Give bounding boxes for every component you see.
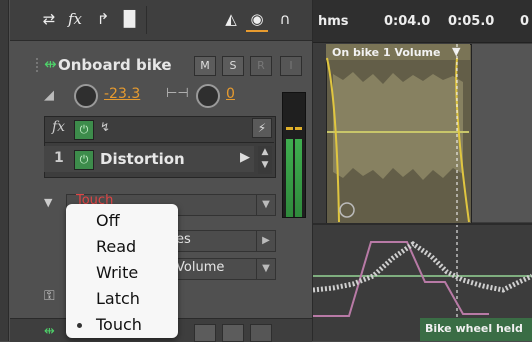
menu-item-off[interactable]: Off	[66, 208, 178, 234]
solo-button[interactable]: S	[222, 56, 244, 76]
volume-knob[interactable]	[74, 84, 98, 108]
ruler-mark: 0:05.0	[448, 14, 495, 29]
menu-item-label: Read	[96, 237, 137, 256]
waveform	[333, 72, 463, 180]
pan-knob[interactable]	[196, 84, 220, 108]
automation-touch-points[interactable]	[313, 240, 532, 293]
volume-icon: ◢	[44, 88, 54, 103]
sends-icon[interactable]: ↱	[92, 8, 114, 30]
automation-lanes-label: es	[176, 232, 191, 247]
bottom-clip-label: Bike wheel held	[425, 322, 523, 335]
fx-scrollbar[interactable]: ▲ ▼	[258, 146, 272, 174]
clip-loop-icon[interactable]	[339, 202, 355, 218]
automation-envelope[interactable]	[313, 241, 489, 317]
meter-bar-left	[286, 139, 293, 217]
fx-power-icon[interactable]: ⏻	[74, 120, 94, 140]
effect-name[interactable]: Distortion	[100, 150, 185, 168]
meter-peak-right	[295, 127, 302, 130]
menu-item-latch[interactable]: Latch	[66, 286, 178, 312]
automation-mode-menu: Off Read Write Latch Touch	[66, 204, 178, 338]
next-track-solo-button[interactable]	[222, 324, 244, 342]
volume-value[interactable]: -23.3	[104, 86, 140, 102]
automation-lanes-expand-icon[interactable]: ▶	[256, 231, 275, 251]
menu-item-touch[interactable]: Touch	[66, 312, 178, 338]
clip-graphics	[313, 44, 532, 318]
menu-item-label: Off	[96, 211, 120, 230]
meter-peak-left	[286, 127, 293, 130]
fx-bypass-icon[interactable]: ⚡	[252, 118, 272, 138]
fx-icon[interactable]: fx	[64, 8, 86, 30]
fx-rack-icon: fx	[52, 119, 66, 135]
fx-insert-icon[interactable]: ↯	[100, 120, 110, 134]
pan-icon: ⊢⊣	[166, 86, 189, 101]
track-grip-icon[interactable]	[36, 56, 42, 74]
automation-param-chevron-icon[interactable]: ▼	[256, 259, 275, 279]
panel-edge	[0, 0, 9, 341]
effect-power-icon[interactable]: ⏻	[74, 150, 94, 170]
meter-bar-right	[295, 139, 302, 217]
next-track-mute-button[interactable]	[194, 324, 216, 342]
eq-icon[interactable]: ▐▌	[118, 8, 141, 30]
selected-dot-icon	[77, 323, 82, 328]
menu-item-read[interactable]: Read	[66, 234, 178, 260]
effect-expand-icon[interactable]: ▶	[240, 150, 250, 165]
toolbar-divider	[146, 6, 147, 34]
track-name[interactable]: Onboard bike	[58, 56, 172, 74]
next-track-waveform-icon: ⇹	[44, 324, 55, 339]
headphones-icon[interactable]: ∩	[274, 8, 296, 30]
mute-button[interactable]: M	[194, 56, 216, 76]
input-monitor-button[interactable]: I	[280, 56, 302, 76]
pan-value[interactable]: 0	[226, 86, 235, 102]
record-arm-button[interactable]: R	[250, 56, 272, 76]
ruler-mark: 0	[520, 14, 530, 29]
effect-number: 1	[54, 150, 64, 166]
menu-item-write[interactable]: Write	[66, 260, 178, 286]
menu-item-label: Touch	[96, 315, 142, 334]
next-track-record-button[interactable]	[250, 324, 272, 342]
record-icon[interactable]: ◉	[246, 8, 268, 32]
collapse-icon[interactable]: ▼	[44, 196, 52, 209]
level-meter	[282, 92, 306, 218]
waveform-icon: ⇹	[44, 55, 57, 73]
swap-icon[interactable]: ⇄	[38, 8, 60, 30]
automation-mode-chevron-icon[interactable]: ▼	[256, 195, 275, 215]
lock-icon[interactable]: ⚿	[44, 288, 55, 304]
metronome-icon[interactable]: ◭	[220, 8, 242, 30]
menu-item-label: Latch	[96, 289, 140, 308]
ruler-unit: hms	[318, 14, 349, 29]
automation-param-label: Volume	[176, 260, 225, 275]
menu-item-label: Write	[96, 263, 139, 282]
ruler-mark: 0:04.0	[384, 14, 431, 29]
